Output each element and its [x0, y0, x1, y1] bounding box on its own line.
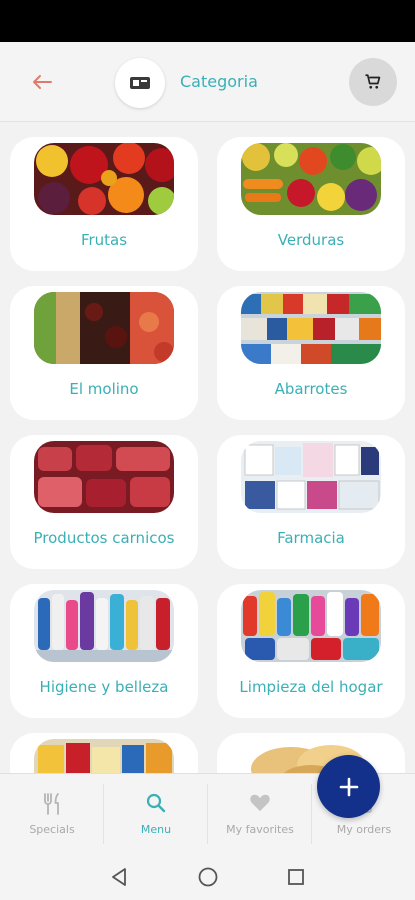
nav-label: My orders [336, 823, 392, 836]
category-card-el-molino[interactable]: El molino [10, 286, 198, 420]
store-logo [115, 58, 165, 108]
nav-label: Menu [140, 823, 172, 836]
category-label: Farmacia [277, 529, 345, 547]
category-card-frutas[interactable]: Frutas [10, 137, 198, 271]
nav-label: My favorites [226, 823, 294, 836]
nav-specials[interactable]: Specials [0, 774, 104, 854]
category-label: El molino [69, 380, 139, 398]
groceries-shelf-photo [241, 292, 381, 364]
recents-square-icon [288, 869, 304, 885]
category-card-limpieza-del-hogar[interactable]: Limpieza del hogar [217, 584, 405, 718]
arrow-left-icon [33, 75, 52, 89]
home-circle-icon [198, 867, 218, 887]
category-card-farmacia[interactable]: Farmacia [217, 435, 405, 569]
system-recents-button[interactable] [284, 865, 308, 889]
back-triangle-icon [112, 868, 126, 886]
system-back-button[interactable] [107, 865, 131, 889]
vegetables-photo [241, 143, 381, 215]
category-label: Frutas [80, 231, 128, 249]
fruits-photo [34, 143, 174, 215]
category-label: Abarrotes [274, 380, 348, 398]
category-card-higiene-y-belleza[interactable]: Higiene y belleza [10, 584, 198, 718]
pharmacy-boxes-photo [241, 441, 381, 513]
page-title: Categoria [180, 72, 258, 91]
category-card-abarrotes[interactable]: Abarrotes [217, 286, 405, 420]
fork-knife-icon [44, 793, 59, 815]
category-card-productos-carnicos[interactable]: Productos carnicos [10, 435, 198, 569]
category-card-verduras[interactable]: Verduras [217, 137, 405, 271]
system-navigation-bar [0, 853, 415, 900]
grains-peppers-photo [34, 292, 174, 364]
nav-menu[interactable]: Menu [104, 774, 208, 854]
system-home-button[interactable] [196, 865, 220, 889]
category-grid: Frutas Verduras El molino Abarrotes Prod… [0, 123, 415, 773]
cart-button[interactable] [349, 58, 397, 106]
category-label: Limpieza del hogar [239, 678, 383, 696]
back-button[interactable] [24, 64, 60, 100]
hygiene-products-photo [34, 590, 174, 662]
category-card-partial-left[interactable] [10, 733, 198, 773]
search-icon [146, 793, 166, 813]
status-bar [0, 0, 415, 42]
heart-icon [250, 794, 270, 812]
category-label: Verduras [277, 231, 345, 249]
nav-my-favorites[interactable]: My favorites [208, 774, 312, 854]
cart-icon [365, 74, 381, 89]
category-label: Productos carnicos [33, 529, 175, 547]
category-card-partial-right[interactable] [217, 733, 405, 773]
cleaning-products-photo [241, 590, 381, 662]
add-fab-button[interactable] [317, 755, 380, 818]
app-header: Categoria [0, 42, 415, 122]
meat-photo [34, 441, 174, 513]
nav-label: Specials [29, 823, 75, 836]
store-logo-icon [130, 77, 150, 89]
plus-icon [339, 777, 358, 796]
packaged-goods-photo [34, 739, 174, 773]
category-label: Higiene y belleza [39, 678, 169, 696]
